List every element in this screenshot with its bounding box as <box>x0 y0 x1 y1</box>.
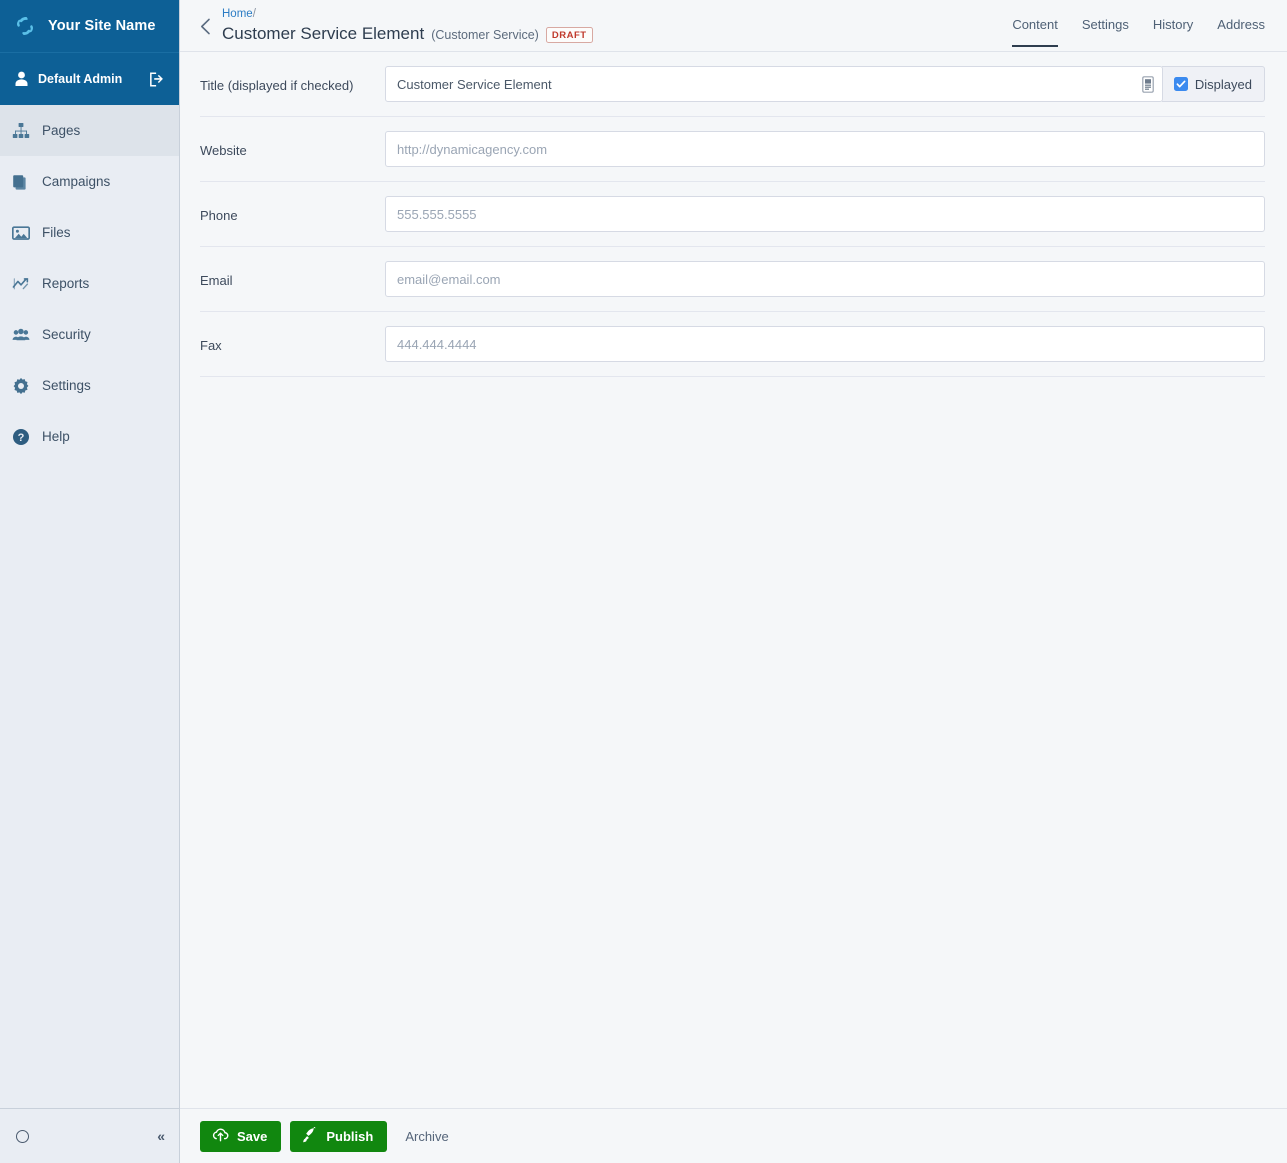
field-control <box>385 131 1265 167</box>
users-icon <box>12 326 30 344</box>
app-root: Your Site Name Default Admin Pages Campa… <box>0 0 1287 1163</box>
breadcrumb: Home/ <box>222 8 1012 22</box>
cloud-upload-icon <box>212 1127 229 1145</box>
sidebar-item-campaigns[interactable]: Campaigns <box>0 156 179 207</box>
sitemap-icon <box>12 122 30 140</box>
sidebar-item-label: Security <box>42 327 91 342</box>
field-row-fax: Fax <box>200 312 1265 377</box>
main-panel: Home/ Customer Service Element (Customer… <box>180 0 1287 1163</box>
field-label: Email <box>200 273 233 288</box>
circle-icon[interactable] <box>16 1129 29 1143</box>
sidebar-item-label: Campaigns <box>42 174 111 189</box>
logout-icon[interactable] <box>148 71 165 88</box>
sidebar-item-settings[interactable]: Settings <box>0 360 179 411</box>
chart-line-icon <box>12 275 30 293</box>
sidebar: Your Site Name Default Admin Pages Campa… <box>0 0 180 1163</box>
sidebar-nav: Pages Campaigns Files Reports Security S… <box>0 105 179 1108</box>
sidebar-item-reports[interactable]: Reports <box>0 258 179 309</box>
brand-name: Your Site Name <box>48 18 156 34</box>
sidebar-item-files[interactable]: Files <box>0 207 179 258</box>
displayed-checkbox[interactable]: Displayed <box>1161 66 1265 102</box>
save-button-label: Save <box>237 1128 268 1144</box>
fax-input[interactable] <box>385 326 1265 362</box>
title-input-wrapper <box>385 66 1163 102</box>
sidebar-item-label: Pages <box>42 123 81 138</box>
page-header: Home/ Customer Service Element (Customer… <box>180 0 1287 52</box>
sidebar-item-help[interactable]: ? Help <box>0 411 179 462</box>
swoosh-logo-icon <box>12 13 38 39</box>
field-row-title: Title (displayed if checked) Customer Se… <box>200 52 1265 117</box>
publish-button-label: Publish <box>326 1128 374 1144</box>
user-name: Default Admin <box>38 72 123 86</box>
sidebar-item-pages[interactable]: Pages <box>0 105 179 156</box>
action-bar: Save Publish Archive <box>180 1108 1287 1163</box>
gear-icon <box>12 377 30 395</box>
field-control <box>385 326 1265 362</box>
field-row-email: Email <box>200 247 1265 312</box>
copy-icon <box>12 173 30 191</box>
user-bar: Default Admin <box>0 52 179 105</box>
field-control <box>385 196 1265 232</box>
tab-history[interactable]: History <box>1153 17 1193 47</box>
field-row-phone: Phone <box>200 182 1265 247</box>
sidebar-item-label: Settings <box>42 378 91 393</box>
title-line: Customer Service Element (Customer Servi… <box>222 24 1012 44</box>
image-icon <box>12 224 30 242</box>
title-block: Home/ Customer Service Element (Customer… <box>222 0 1012 44</box>
chevron-left-icon[interactable] <box>194 0 216 52</box>
device-icon[interactable] <box>1142 66 1154 102</box>
sidebar-collapse-button[interactable]: « <box>157 1129 165 1143</box>
breadcrumb-home-link[interactable]: Home <box>222 8 253 20</box>
breadcrumb-separator: / <box>252 8 256 20</box>
publish-button[interactable]: Publish <box>290 1120 388 1152</box>
email-input[interactable] <box>385 261 1265 297</box>
website-input[interactable] <box>385 131 1265 167</box>
form-area: Title (displayed if checked) Customer Se… <box>180 52 1287 1108</box>
sidebar-item-label: Help <box>42 429 70 444</box>
sidebar-item-security[interactable]: Security <box>0 309 179 360</box>
brand-header[interactable]: Your Site Name <box>0 0 179 52</box>
field-label: Phone <box>200 208 238 223</box>
sidebar-item-label: Files <box>42 225 71 240</box>
phone-input[interactable] <box>385 196 1265 232</box>
tab-address[interactable]: Address <box>1217 17 1265 47</box>
field-label: Website <box>200 143 247 158</box>
tab-content[interactable]: Content <box>1012 17 1058 47</box>
field-label: Fax <box>200 338 222 353</box>
page-subtitle: (Customer Service) <box>431 27 539 42</box>
archive-button[interactable]: Archive <box>405 1129 448 1144</box>
field-control: Displayed <box>385 66 1265 102</box>
question-circle-icon: ? <box>12 428 30 446</box>
tab-settings[interactable]: Settings <box>1082 17 1129 47</box>
title-input[interactable] <box>385 66 1163 102</box>
header-tabs: Content Settings History Address <box>1012 0 1265 52</box>
user-icon <box>14 71 29 87</box>
status-badge: DRAFT <box>545 26 593 43</box>
field-control <box>385 261 1265 297</box>
save-button[interactable]: Save <box>200 1120 282 1152</box>
checkbox-checked-icon <box>1173 77 1188 91</box>
page-title: Customer Service Element <box>222 23 425 43</box>
sidebar-item-label: Reports <box>42 276 90 291</box>
displayed-checkbox-label: Displayed <box>1194 76 1252 92</box>
rocket-icon <box>302 1125 318 1146</box>
field-row-website: Website <box>200 117 1265 182</box>
svg-text:?: ? <box>18 432 25 444</box>
sidebar-footer: « <box>0 1108 179 1163</box>
field-label: Title (displayed if checked) <box>200 78 354 93</box>
